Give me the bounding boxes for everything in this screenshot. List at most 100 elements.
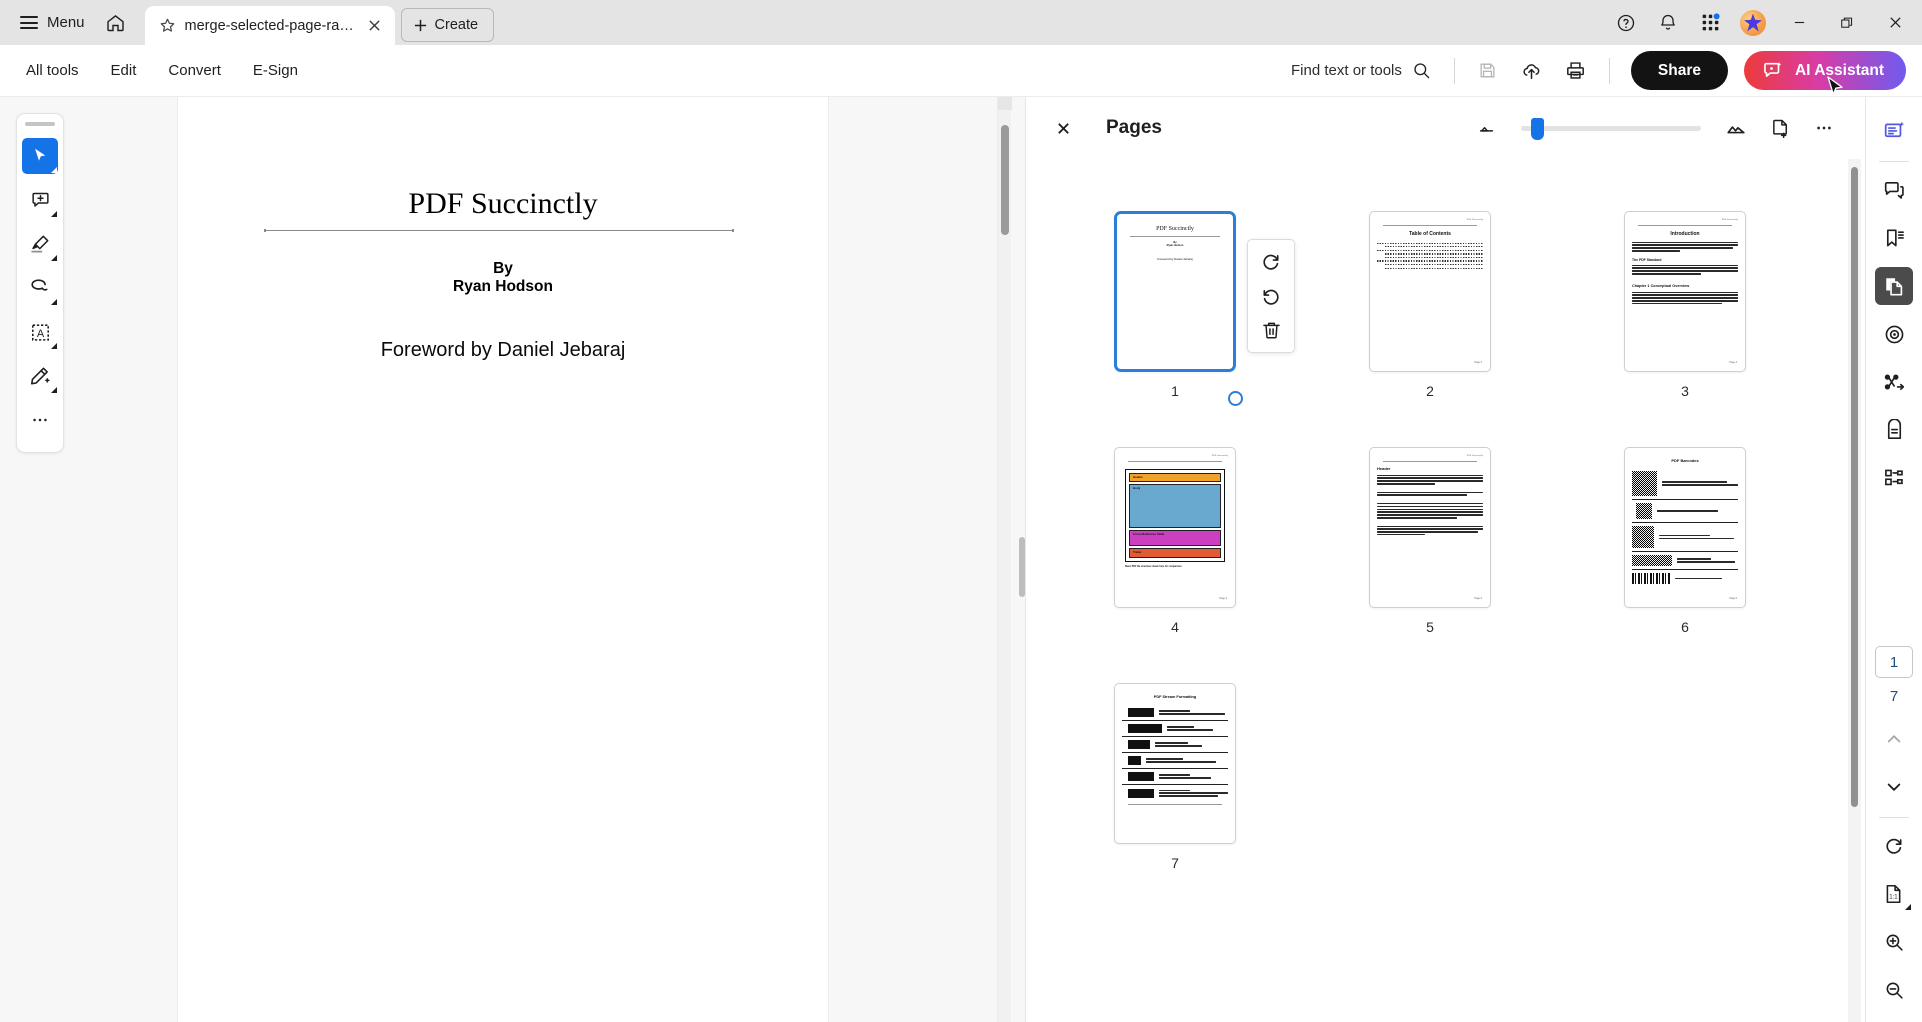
share-button[interactable]: Share [1630,51,1728,90]
ai-assistant-panel-button[interactable] [1875,112,1913,150]
pages-panel-scrollbar[interactable] [1848,159,1861,1022]
zoom-out-button[interactable] [1875,971,1913,1009]
thumbnail-frame[interactable]: PDF Succinctly Header Body Cross-Referen… [1114,447,1236,608]
menu-item-all-tools[interactable]: All tools [12,55,93,86]
title-rule [264,229,734,232]
bookmarks-icon [1886,228,1904,246]
mini-footer: Page 5 [1474,597,1482,600]
select-tool-button[interactable] [22,138,58,174]
rotate-view-button[interactable] [1875,827,1913,865]
page-thumbnail-6[interactable]: PDF Barcodes Page 6 6 [1624,447,1746,635]
close-window-button[interactable] [1872,0,1918,45]
menu-item-esign[interactable]: E-Sign [239,55,312,86]
scan-target-button[interactable] [1875,315,1913,353]
add-text-tool-button[interactable]: A [22,314,58,350]
page-thumbnail-7[interactable]: PDF Stream Formatting 7 [1114,683,1236,871]
barcode-row [1632,569,1738,587]
notifications-button[interactable] [1648,4,1688,42]
diagram-segment-header: Header [1129,472,1221,482]
sign-tool-button[interactable] [22,358,58,394]
pdf417-barcode-image [1632,573,1670,584]
apps-button[interactable] [1690,4,1730,42]
delete-page-button[interactable] [1254,315,1288,347]
menu-button[interactable]: Menu [12,6,93,40]
document-tab[interactable]: merge-selected-page-ran... [144,6,395,45]
thumbnail-frame[interactable]: PDF Succinctly Table of Contents Page 2 [1369,211,1491,372]
stream-block [1128,740,1150,749]
upload-to-cloud-button[interactable] [1512,52,1552,90]
slider-thumb[interactable] [1531,118,1544,140]
thumbnail-label: 5 [1426,619,1434,635]
ai-assistant-button[interactable]: AI Assistant [1743,51,1906,90]
document-scrollbar[interactable] [997,97,1012,1022]
thumbnail-small-icon [1479,126,1493,132]
star-icon[interactable] [159,17,176,34]
pages-panel-more-button[interactable] [1805,110,1843,146]
home-button[interactable] [97,4,135,42]
pages-panel-scrollbar-thumb[interactable] [1851,167,1858,807]
page-thumbnail-2[interactable]: PDF Succinctly Table of Contents Page 2 [1369,211,1491,399]
thumbnail-frame[interactable]: PDF Succinctly By Ryan Hodson Foreword b… [1114,211,1236,372]
thumbnail-frame[interactable]: PDF Barcodes Page 6 [1624,447,1746,608]
plus-icon [414,19,426,31]
decrease-thumbnail-size-button[interactable] [1467,110,1505,146]
hamburger-icon [20,16,38,29]
rotate-counterclockwise-button[interactable] [1254,280,1288,312]
print-button[interactable] [1556,52,1596,90]
page-thumbnails-panel-button[interactable] [1875,267,1913,305]
previous-page-button[interactable] [1875,720,1913,758]
minimize-button[interactable] [1776,0,1822,45]
insert-page-button[interactable] [1761,110,1799,146]
menu-item-edit[interactable]: Edit [97,55,151,86]
pages-panel-close-button[interactable] [1046,111,1080,145]
next-page-button[interactable] [1875,768,1913,806]
thumbnail-resize-handle[interactable] [1228,391,1243,406]
thumbnail-frame[interactable]: PDF Succinctly Introduction The PDF Stan… [1624,211,1746,372]
restore-button[interactable] [1824,0,1870,45]
user-avatar[interactable] [1740,9,1766,36]
mini-title: PDF Succinctly [1156,226,1194,232]
rail-drag-handle[interactable] [25,122,55,126]
current-page-input[interactable]: 1 [1875,646,1913,678]
tab-close-button[interactable] [364,15,386,37]
find-text-or-tools[interactable]: Find text or tools [1281,55,1441,86]
rotate-clockwise-button[interactable] [1254,245,1288,277]
thumbnail-preview: PDF Succinctly Header Page 5 [1370,448,1490,607]
tags-panel-button[interactable] [1875,411,1913,449]
create-button[interactable]: Create [400,8,495,42]
document-tab-title: merge-selected-page-ran... [184,17,355,34]
add-comment-tool-button[interactable] [22,182,58,218]
stream-block [1128,772,1154,781]
page-navigation-controls: 1 7 1:1 [1875,646,1913,1022]
save-button[interactable] [1468,52,1508,90]
add-text-box-icon: A [31,323,49,341]
help-button[interactable] [1606,4,1646,42]
page-thumbnail-5[interactable]: PDF Succinctly Header Page 5 5 [1369,447,1491,635]
pages-panel-header: Pages [1026,97,1865,159]
document-viewport[interactable]: PDF Succinctly By Ryan Hodson Foreword b… [178,97,1025,1022]
page-thumbnail-4[interactable]: PDF Succinctly Header Body Cross-Referen… [1114,447,1236,635]
page-thumbnail-1[interactable]: PDF Succinctly By Ryan Hodson Foreword b… [1114,211,1295,406]
pages-panel-body[interactable]: PDF Succinctly By Ryan Hodson Foreword b… [1026,159,1865,1022]
thumbnail-size-slider[interactable] [1521,118,1701,140]
thumbnail-frame[interactable]: PDF Stream Formatting [1114,683,1236,844]
document-scrollbar-thumb[interactable] [1001,125,1009,235]
flow-diagram-button[interactable] [1875,363,1913,401]
content-tree-button[interactable] [1875,459,1913,497]
thumbnail-frame[interactable]: PDF Succinctly Header Page 5 [1369,447,1491,608]
title-bar: Menu merge-selected-page-ran... Create [0,0,1922,45]
tags-icon [1887,418,1901,439]
fit-page-button[interactable]: 1:1 [1875,875,1913,913]
barcode-row [1632,522,1738,551]
menu-item-convert[interactable]: Convert [154,55,235,86]
page-thumbnail-3[interactable]: PDF Succinctly Introduction The PDF Stan… [1624,211,1746,399]
highlight-tool-button[interactable] [22,226,58,262]
menu-bar-items: All tools Edit Convert E-Sign [0,55,312,86]
increase-thumbnail-size-button[interactable] [1717,110,1755,146]
comments-panel-button[interactable] [1875,171,1913,209]
draw-freehand-tool-button[interactable] [22,270,58,306]
more-tools-button[interactable] [22,402,58,438]
zoom-in-button[interactable] [1875,923,1913,961]
bookmarks-panel-button[interactable] [1875,219,1913,257]
document-page-1[interactable]: PDF Succinctly By Ryan Hodson Foreword b… [178,97,828,1022]
